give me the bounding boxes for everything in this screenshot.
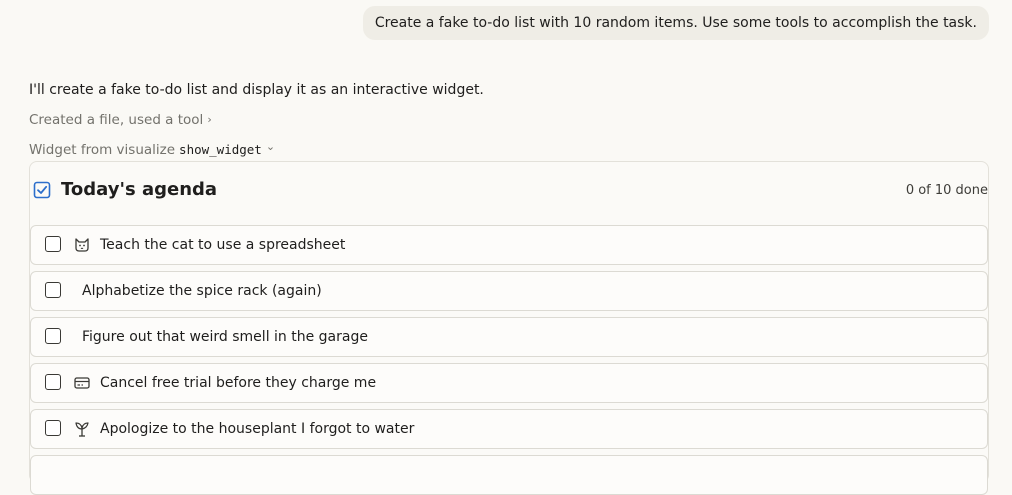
agenda-header: Today's agenda 0 of 10 done bbox=[30, 178, 988, 204]
widget-source-prefix: Widget from visualize bbox=[29, 142, 176, 158]
chevron-down-icon: ⌄ bbox=[265, 140, 276, 153]
task-item[interactable]: Apologize to the houseplant I forgot to … bbox=[30, 409, 988, 449]
plant-icon bbox=[75, 422, 89, 437]
assistant-message: I'll create a fake to-do list and displa… bbox=[29, 82, 484, 98]
agenda-progress: 0 of 10 done bbox=[905, 183, 988, 198]
widget-source-name: show_widget bbox=[179, 142, 262, 157]
task-label: Alphabetize the spice rack (again) bbox=[82, 283, 322, 299]
task-checkbox[interactable] bbox=[45, 374, 61, 390]
task-item[interactable]: Cancel free trial before they charge me bbox=[30, 363, 988, 403]
task-label: Cancel free trial before they charge me bbox=[100, 375, 377, 391]
task-item[interactable]: Alphabetize the spice rack (again) bbox=[30, 271, 988, 311]
task-label: Teach the cat to use a spreadsheet bbox=[100, 237, 346, 253]
checkbox-checked-icon bbox=[33, 181, 51, 199]
task-checkbox[interactable] bbox=[45, 282, 61, 298]
credit-card-icon bbox=[74, 377, 90, 389]
cat-icon bbox=[75, 238, 89, 252]
todo-widget: Today's agenda 0 of 10 done Teach the ca… bbox=[29, 161, 989, 495]
task-checkbox[interactable] bbox=[45, 236, 61, 252]
tool-summary-toggle[interactable]: Created a file, used a tool › bbox=[29, 110, 212, 130]
user-message-bubble: Create a fake to-do list with 10 random … bbox=[362, 6, 989, 40]
widget-source-toggle[interactable]: Widget from visualize show_widget ⌄ bbox=[29, 140, 275, 160]
tool-summary-label: Created a file, used a tool bbox=[29, 112, 204, 128]
task-label: Figure out that weird smell in the garag… bbox=[82, 329, 368, 345]
task-label: Apologize to the houseplant I forgot to … bbox=[100, 421, 415, 437]
task-item[interactable]: Figure out that weird smell in the garag… bbox=[30, 317, 988, 357]
task-checkbox[interactable] bbox=[45, 328, 61, 344]
task-item[interactable] bbox=[30, 455, 988, 495]
user-message-text: Create a fake to-do list with 10 random … bbox=[374, 15, 977, 31]
task-item[interactable]: Teach the cat to use a spreadsheet bbox=[30, 225, 988, 265]
task-checkbox[interactable] bbox=[45, 420, 61, 436]
chevron-right-icon: › bbox=[207, 113, 212, 126]
agenda-title: Today's agenda bbox=[61, 179, 218, 200]
